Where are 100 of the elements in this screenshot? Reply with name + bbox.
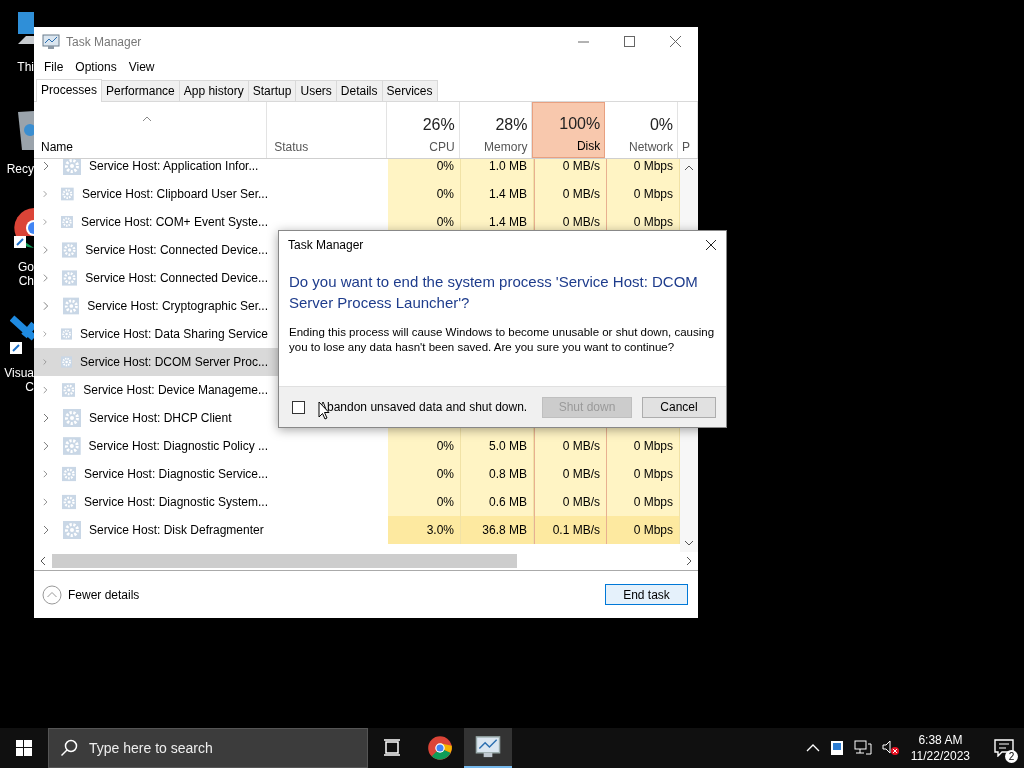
scrollbar-thumb[interactable]	[52, 554, 517, 568]
task-manager-icon[interactable]	[475, 735, 501, 759]
column-header[interactable]: 0% Network	[605, 102, 678, 158]
table-cell: 0 Mbps	[633, 159, 673, 173]
table-cell: 0%	[436, 439, 454, 453]
table-cell: 0%	[436, 495, 454, 509]
menu-item[interactable]: View	[122, 60, 161, 74]
gear-icon	[62, 269, 78, 287]
clock-time[interactable]: 6:38 AM	[918, 732, 963, 748]
process-row[interactable]: Service Host: Diagnostic Policy ... 0% 5.0 MB 0 MB/s 0 Mbps	[34, 432, 680, 460]
desktop-icon-label: Visua	[4, 366, 34, 380]
dialog-title: Task Manager	[288, 238, 364, 252]
clock-date[interactable]: 11/22/2023	[910, 748, 970, 764]
gear-icon	[63, 409, 81, 427]
process-name: Service Host: Connected Device...	[85, 243, 268, 257]
window-title: Task Manager	[66, 35, 142, 49]
expand-chevron-icon[interactable]	[43, 413, 49, 423]
scroll-down-icon[interactable]	[684, 540, 694, 546]
column-header[interactable]: Name	[41, 140, 73, 154]
table-cell: 1.0 MB	[489, 159, 527, 173]
tab[interactable]: Users	[295, 80, 337, 101]
process-name: Service Host: Diagnostic Service...	[83, 467, 268, 481]
process-name: Service Host: Data Sharing Service	[79, 327, 268, 341]
tab[interactable]: Services	[381, 80, 438, 101]
process-row[interactable]: Service Host: Clipboard User Ser... 0% 1.4 MB 0 MB/s 0 Mbps	[34, 180, 680, 208]
search-field[interactable]: Type here to search	[48, 728, 368, 768]
column-header[interactable]: 100% Disk	[532, 102, 606, 158]
process-name: Service Host: DCOM Server Proc...	[79, 355, 268, 369]
process-row[interactable]: Service Host: Application Infor... 0% 1.0 MB 0 MB/s 0 Mbps	[34, 159, 680, 180]
table-cell: 1.4 MB	[489, 187, 527, 201]
table-cell: 0%	[436, 187, 454, 201]
process-name: Service Host: Cryptographic Ser...	[87, 299, 268, 313]
desktop-icon-label: C	[25, 380, 34, 394]
scroll-right-icon[interactable]	[686, 556, 692, 566]
gear-icon	[62, 437, 81, 455]
dialog-button[interactable]: Cancel	[642, 396, 716, 418]
tab[interactable]: Startup	[247, 80, 297, 101]
process-row[interactable]: Service Host: Diagnostic Service... 0% 0.8 MB 0 MB/s 0 Mbps	[34, 460, 680, 488]
search-icon	[60, 739, 78, 757]
process-name: Service Host: Disk Defragmenter	[89, 523, 264, 537]
table-cell: 0 MB/s	[562, 159, 600, 173]
table-cell: 0.6 MB	[489, 495, 527, 509]
expand-chevron-icon[interactable]	[43, 441, 49, 451]
desktop-icon-label: Recy	[6, 162, 34, 176]
column-header[interactable]: Status	[274, 140, 382, 154]
checkbox[interactable]	[292, 400, 305, 414]
network-icon[interactable]	[853, 740, 872, 756]
end-task-button[interactable]: End task	[605, 584, 688, 605]
table-cell: 0%	[436, 159, 454, 173]
chrome-icon[interactable]	[427, 735, 453, 761]
gear-icon	[62, 241, 78, 259]
desktop-icon-label: Ch	[18, 274, 34, 288]
column-header[interactable]: 26% CPU	[386, 102, 460, 158]
tab[interactable]: Processes	[36, 79, 103, 102]
process-row[interactable]: Service Host: Diagnostic System... 0% 0.6 MB 0 MB/s 0 Mbps	[34, 488, 680, 516]
menu-item[interactable]: File	[38, 60, 70, 74]
expand-chevron-icon[interactable]	[43, 469, 48, 479]
menu-item[interactable]: Options	[69, 60, 123, 74]
table-cell: 5.0 MB	[489, 439, 527, 453]
process-name: Service Host: Connected Device...	[85, 271, 268, 285]
gear-icon	[63, 521, 81, 539]
gear-icon	[62, 297, 80, 315]
expand-chevron-icon[interactable]	[43, 525, 49, 535]
process-name: Service Host: Clipboard User Ser...	[81, 187, 268, 201]
fewer-details-link[interactable]: Fewer details	[68, 587, 140, 602]
process-name: Service Host: Diagnostic System...	[83, 495, 268, 509]
column-header[interactable]: P	[682, 140, 693, 154]
gear-icon	[60, 325, 72, 343]
dialog-message: Ending this process will cause Windows to become unusable or shut down, causing you to lose any data hasn't been saved. Are you sure you want to continue?	[289, 325, 716, 355]
scroll-up-icon[interactable]	[684, 165, 694, 171]
table-cell: 0 Mbps	[633, 523, 673, 537]
table-cell: 0 Mbps	[633, 495, 673, 509]
table-cell: 0%	[436, 467, 454, 481]
gear-icon	[60, 353, 72, 371]
task-manager-icon	[42, 34, 60, 50]
tab[interactable]: Performance	[101, 80, 180, 101]
gear-icon	[61, 465, 76, 483]
table-cell: 3.0%	[426, 523, 454, 537]
close-icon[interactable]	[705, 239, 717, 251]
tablet-icon[interactable]	[829, 740, 844, 756]
chevron-up-icon[interactable]	[805, 743, 820, 753]
process-name: Service Host: DHCP Client	[89, 411, 232, 425]
process-row[interactable]: Service Host: Disk Defragmenter 3.0% 36.8 MB 0.1 MB/s 0 Mbps	[34, 516, 680, 544]
tab[interactable]: Details	[335, 80, 383, 101]
table-cell: 0 Mbps	[633, 467, 673, 481]
process-name: Service Host: Diagnostic Policy ...	[88, 439, 268, 453]
scroll-left-icon[interactable]	[40, 556, 46, 566]
expand-chevron-icon[interactable]	[43, 497, 48, 507]
gear-icon	[63, 159, 81, 175]
tab[interactable]: App history	[178, 80, 249, 101]
desktop-icon-label: Go	[18, 260, 34, 274]
gear-icon	[61, 185, 74, 203]
table-cell: 36.8 MB	[482, 523, 527, 537]
gear-icon	[61, 213, 73, 231]
speaker-muted-icon[interactable]	[881, 740, 900, 756]
table-cell: 0 MB/s	[562, 495, 600, 509]
expand-chevron-icon[interactable]	[43, 161, 49, 171]
table-cell: 0 Mbps	[633, 215, 673, 229]
table-cell: 0 MB/s	[562, 467, 600, 481]
table-cell: 1.4 MB	[489, 215, 527, 229]
